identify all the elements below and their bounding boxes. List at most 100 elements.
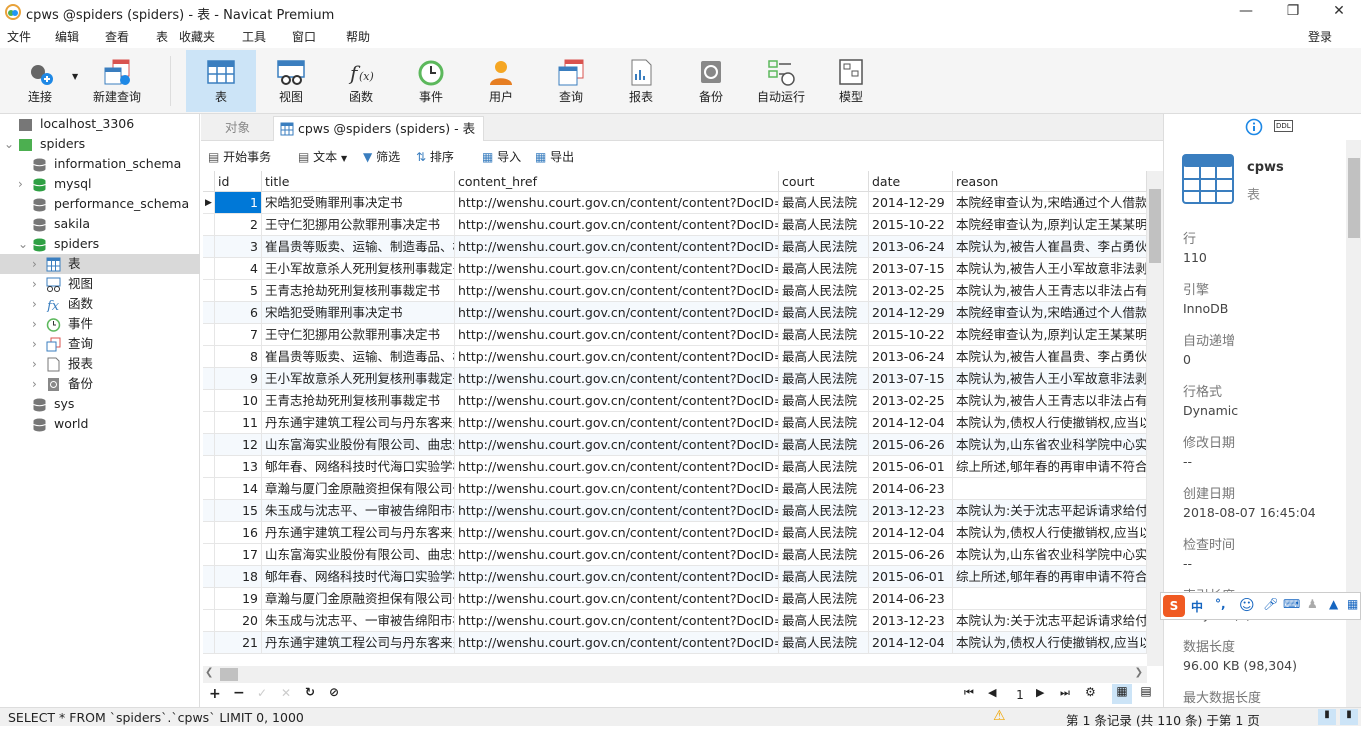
grid-view-button[interactable]: ▦	[1112, 684, 1132, 704]
cell-date[interactable]: 2014-12-04	[869, 412, 953, 434]
tree-item[interactable]: sys	[0, 394, 200, 414]
cell-title[interactable]: 王小军故意杀人死刑复核刑事裁定书	[262, 258, 455, 280]
cell-court[interactable]: 最高人民法院	[779, 302, 869, 324]
keyboard-icon[interactable]: ⌨	[1283, 597, 1300, 611]
tree-item[interactable]: information_schema	[0, 154, 200, 174]
import-button[interactable]: ▦ 导入	[482, 148, 521, 166]
column-header-id[interactable]: id	[215, 171, 262, 192]
row-indicator[interactable]	[203, 280, 215, 302]
cell-id[interactable]: 8	[215, 346, 262, 368]
stop-button[interactable]: ⊘	[329, 685, 339, 699]
table-row[interactable]: 15 朱玉成与沈志平、一审被告绵阳市福 http://wenshu.court.go…	[203, 500, 1147, 522]
toggle-left-panel-button[interactable]: ▮	[1318, 709, 1336, 725]
toolbar-table-button[interactable]: 表	[186, 50, 256, 112]
maximize-button[interactable]: ❐	[1270, 0, 1316, 24]
scrollbar-thumb[interactable]	[1149, 189, 1161, 263]
table-row[interactable]: 5 王青志抢劫死刑复核刑事裁定书 http://wenshu.court.gov.c…	[203, 280, 1147, 302]
connect-dropdown-icon[interactable]: ▼	[72, 72, 78, 81]
cell-reason[interactable]: 本院经审查认为,宋皓通过个人借款、	[953, 192, 1147, 214]
cell-date[interactable]: 2014-12-04	[869, 632, 953, 654]
cell-content-href[interactable]: http://wenshu.court.gov.cn/content/conte…	[455, 500, 779, 522]
chevron-down-icon[interactable]: ⌄	[18, 234, 30, 254]
cell-content-href[interactable]: http://wenshu.court.gov.cn/content/conte…	[455, 346, 779, 368]
tree-item[interactable]: › fx 函数	[0, 294, 200, 314]
scrollbar-thumb[interactable]	[220, 668, 238, 681]
column-header-date[interactable]: date	[869, 171, 953, 192]
toolbar-model-button[interactable]: 模型	[816, 50, 886, 112]
cell-date[interactable]: 2014-12-29	[869, 302, 953, 324]
tree-item[interactable]: › 查询	[0, 334, 200, 354]
cell-reason[interactable]: 本院认为,被告人王青志以非法占有为	[953, 280, 1147, 302]
row-indicator[interactable]	[203, 412, 215, 434]
tree-item[interactable]: › 报表	[0, 354, 200, 374]
tree-item[interactable]: localhost_3306	[0, 114, 200, 134]
text-button[interactable]: ▤ 文本 ▼	[298, 148, 347, 168]
cell-date[interactable]: 2013-07-15	[869, 368, 953, 390]
table-row[interactable]: 13 郇年春、网络科技时代海口实验学校 http://wenshu.court.go…	[203, 456, 1147, 478]
cell-content-href[interactable]: http://wenshu.court.gov.cn/content/conte…	[455, 390, 779, 412]
cell-reason[interactable]: 综上所述,郇年春的再审申请不符合	[953, 456, 1147, 478]
cell-date[interactable]: 2013-06-24	[869, 236, 953, 258]
menu-help[interactable]: 帮助	[346, 28, 370, 45]
cell-id[interactable]: 16	[215, 522, 262, 544]
info-icon[interactable]	[1245, 118, 1263, 136]
cell-content-href[interactable]: http://wenshu.court.gov.cn/content/conte…	[455, 324, 779, 346]
toolbar-view-button[interactable]: 视图	[256, 50, 326, 112]
cell-court[interactable]: 最高人民法院	[779, 588, 869, 610]
cell-content-href[interactable]: http://wenshu.court.gov.cn/content/conte…	[455, 192, 779, 214]
cell-reason[interactable]	[953, 478, 1147, 500]
form-view-button[interactable]: ▤	[1136, 684, 1156, 698]
table-row[interactable]: 10 王青志抢劫死刑复核刑事裁定书 http://wenshu.court.gov.…	[203, 390, 1147, 412]
toolbar-new-query-button[interactable]: 新建查询	[82, 50, 152, 112]
toolbar-function-button[interactable]: f (x) 函数	[326, 50, 396, 112]
cell-id[interactable]: 20	[215, 610, 262, 632]
toolbar-automation-button[interactable]: 自动运行	[746, 50, 816, 112]
skin-icon[interactable]: ▲	[1329, 597, 1338, 611]
row-indicator[interactable]	[203, 544, 215, 566]
ddl-button[interactable]: DDL	[1274, 120, 1293, 132]
cell-reason[interactable]: 本院经审查认为,宋皓通过个人借款、	[953, 302, 1147, 324]
cell-content-href[interactable]: http://wenshu.court.gov.cn/content/conte…	[455, 456, 779, 478]
row-indicator[interactable]	[203, 214, 215, 236]
table-row[interactable]: 4 王小军故意杀人死刑复核刑事裁定书 http://wenshu.court.gov…	[203, 258, 1147, 280]
toolbar-report-button[interactable]: 报表	[606, 50, 676, 112]
toolbar-backup-button[interactable]: 备份	[676, 50, 746, 112]
ime-punct-button[interactable]: °,	[1215, 597, 1226, 611]
cell-id[interactable]: 11	[215, 412, 262, 434]
cell-reason[interactable]: 本院认为,债权人行使撤销权,应当以正	[953, 412, 1147, 434]
cell-content-href[interactable]: http://wenshu.court.gov.cn/content/conte…	[455, 434, 779, 456]
cell-title[interactable]: 山东富海实业股份有限公司、曲忠全	[262, 544, 455, 566]
close-button[interactable]: ✕	[1316, 0, 1361, 24]
cell-title[interactable]: 章瀚与厦门金原融资担保有限公司一	[262, 588, 455, 610]
cell-content-href[interactable]: http://wenshu.court.gov.cn/content/conte…	[455, 610, 779, 632]
info-scrollbar[interactable]	[1346, 140, 1361, 707]
cell-date[interactable]: 2015-06-26	[869, 544, 953, 566]
cell-title[interactable]: 王青志抢劫死刑复核刑事裁定书	[262, 280, 455, 302]
cell-court[interactable]: 最高人民法院	[779, 478, 869, 500]
first-page-button[interactable]: ⏮	[964, 686, 974, 700]
cell-content-href[interactable]: http://wenshu.court.gov.cn/content/conte…	[455, 412, 779, 434]
cell-date[interactable]: 2015-06-01	[869, 566, 953, 588]
cell-content-href[interactable]: http://wenshu.court.gov.cn/content/conte…	[455, 280, 779, 302]
cell-reason[interactable]	[953, 588, 1147, 610]
cell-court[interactable]: 最高人民法院	[779, 544, 869, 566]
column-header-content-href[interactable]: content_href	[455, 171, 779, 192]
row-indicator[interactable]	[203, 632, 215, 654]
cell-date[interactable]: 2013-02-25	[869, 280, 953, 302]
column-header-court[interactable]: court	[779, 171, 869, 192]
cell-court[interactable]: 最高人民法院	[779, 610, 869, 632]
cell-title[interactable]: 郇年春、网络科技时代海口实验学校	[262, 456, 455, 478]
toolbox-icon[interactable]: ▦	[1347, 597, 1358, 611]
cell-content-href[interactable]: http://wenshu.court.gov.cn/content/conte…	[455, 302, 779, 324]
menu-file[interactable]: 文件	[7, 28, 31, 45]
cell-content-href[interactable]: http://wenshu.court.gov.cn/content/conte…	[455, 588, 779, 610]
tree-item[interactable]: ⌄ spiders	[0, 234, 200, 254]
row-indicator[interactable]	[203, 346, 215, 368]
settings-gear-icon[interactable]: ⚙	[1085, 685, 1096, 699]
scroll-left-icon[interactable]: ❮	[205, 667, 213, 678]
cell-title[interactable]: 王守仁犯挪用公款罪刑事决定书	[262, 214, 455, 236]
row-indicator[interactable]	[203, 500, 215, 522]
cell-content-href[interactable]: http://wenshu.court.gov.cn/content/conte…	[455, 236, 779, 258]
cell-title[interactable]: 丹东通宇建筑工程公司与丹东客来多	[262, 632, 455, 654]
table-row[interactable]: 8 崔昌贵等贩卖、运输、制造毒品、柀 http://wenshu.court.gov…	[203, 346, 1147, 368]
